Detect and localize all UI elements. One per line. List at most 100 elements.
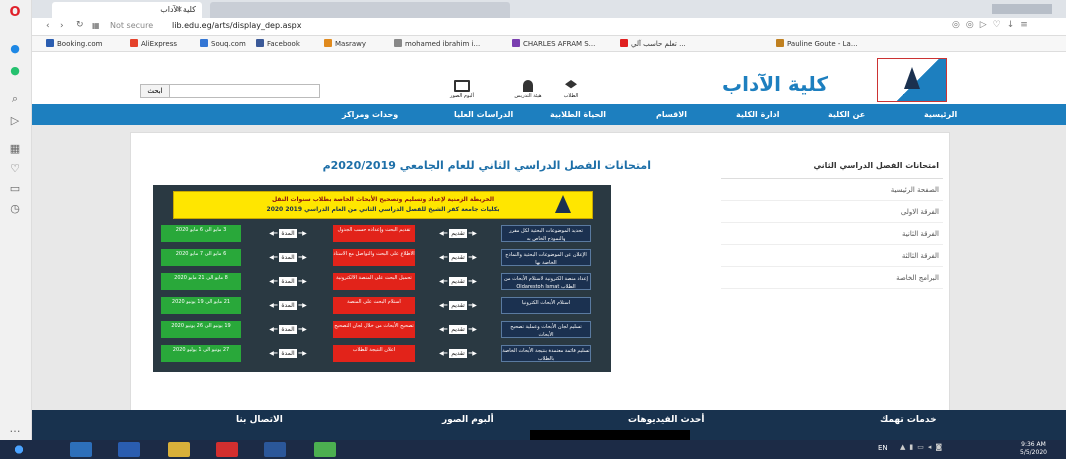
ie-icon[interactable] [70,442,92,457]
schedule-date-box: 19 يونيو الى 26 يونيو 2020 [161,321,241,338]
whatsapp-icon[interactable]: ● [8,64,22,78]
main-nav: الرئيسية عن الكلية ادارة الكلية الاقسام … [32,104,1066,125]
poster-header: الخريطة الزمنية لإعداد وتسليم وتصحيح الأ… [173,191,593,219]
side-menu-item[interactable]: الفرقة الثالثة [721,245,943,267]
double-arrow-icon: ◀━ تقديم ━▶ [439,325,477,334]
schedule-task-box: إعداد منصة الكترونية لاستلام الأبحاث من … [501,273,591,290]
exam-schedule-poster: الخريطة الزمنية لإعداد وتسليم وتصحيح الأ… [153,185,611,372]
double-arrow-icon: ◀━ تقديم ━▶ [439,229,477,238]
side-menu-item[interactable]: البرامج الخاصة [721,267,943,289]
site-logo-text[interactable]: كلية الآداب [722,72,828,96]
opera-logo-icon[interactable]: O [8,6,22,20]
bookmarks-bar: Booking.com AliExpress Souq.com Facebook… [32,36,1066,52]
nav-item-units-centers[interactable]: وحدات ومراكز [342,104,398,125]
opera-icon[interactable] [216,442,238,457]
arrow-label: المدة [279,349,297,358]
security-label: Not secure [110,21,154,30]
double-arrow-icon: ◀━ المدة ━▶ [269,253,307,262]
history-icon[interactable]: ◷ [8,202,22,216]
messenger-icon[interactable]: ● [8,42,22,56]
clock[interactable]: 9:36 AM 5/5/2020 [1020,441,1047,457]
bookmark-item[interactable]: Booking.com [46,38,102,50]
web-page: ابحث ألبوم الصور هيئة التدريس الطلاب كلي… [32,52,1066,440]
bookmark-item[interactable]: تعلم حاسب آلي ... [620,38,686,50]
flow-icon[interactable]: ▷ [8,114,22,128]
forward-icon[interactable]: › [60,21,64,31]
heart-icon[interactable]: ♡ [8,162,22,176]
schedule-date-box: 21 مايو الى 19 يونيو 2020 [161,297,241,314]
schedule-date-box: 8 مايو الى 21 مايو 2020 [161,273,241,290]
bookmark-item[interactable]: Masrawy [324,38,366,50]
arrow-label: المدة [279,277,297,286]
url-field[interactable]: lib.edu.eg/arts/display_dep.aspx [172,21,301,30]
tab-bar: كلية الآداب ✕ [32,0,1066,18]
double-arrow-icon: ◀━ تقديم ━▶ [439,253,477,262]
more-icon[interactable]: … [8,422,22,436]
ship-icon [904,67,920,89]
address-bar: ‹ › ↻ ▦ Not secure lib.edu.eg/arts/displ… [32,18,1066,36]
arrow-label: تقديم [449,229,467,238]
quick-link-label: هيئة التدريس [514,93,542,99]
nav-item-administration[interactable]: ادارة الكلية [736,104,779,125]
close-icon[interactable]: ✕ [176,2,183,18]
double-arrow-icon: ◀━ المدة ━▶ [269,325,307,334]
start-icon[interactable] [8,442,30,457]
bookmark-item[interactable]: AliExpress [130,38,177,50]
grid-icon[interactable]: ▦ [8,142,22,156]
schedule-date-box: 3 مايو الى 6 مايو 2020 [161,225,241,242]
double-arrow-icon: ◀━ المدة ━▶ [269,301,307,310]
bookmark-item[interactable]: Pauline Goute - La... [776,38,858,50]
tab-inactive[interactable] [210,2,510,18]
window-controls[interactable] [992,4,1052,14]
nav-item-postgraduate[interactable]: الدراسات العليا [454,104,513,125]
bookmark-item[interactable]: Facebook [256,38,300,50]
explorer-icon[interactable] [118,442,140,457]
quick-link-photos[interactable]: ألبوم الصور [442,80,482,99]
app-icon[interactable] [314,442,336,457]
poster-subheading: بكليات جامعة كفر الشيخ للفصل الدراسي الث… [266,206,500,213]
speed-dial-icon[interactable]: ▦ [92,21,100,30]
double-arrow-icon: ◀━ تقديم ━▶ [439,277,477,286]
quick-link-students[interactable]: الطلاب [556,80,586,99]
word-icon[interactable] [264,442,286,457]
bookmark-icon [776,39,784,47]
bookmark-icon [512,39,520,47]
arrow-label: المدة [279,253,297,262]
browser-sidebar: O ● ● ⌕ ▷ ▦ ♡ ▭ ◷ … [0,0,32,440]
news-icon[interactable]: ▭ [8,182,22,196]
nav-item-home[interactable]: الرئيسية [924,104,957,125]
side-menu-item[interactable]: الفرقة الثانية [721,223,943,245]
side-menu-item[interactable]: الصفحة الرئيسية [721,179,943,201]
schedule-student-box: تصحيح الأبحاث من خلال لجان التصحيح [333,321,415,338]
bookmark-item[interactable]: CHARLES AFRAM S... [512,38,595,50]
language-indicator[interactable]: EN [878,444,888,452]
photo-icon [454,80,470,92]
schedule-task-box: تسليم قائمة معتمدة بنتيجة الأبحاث الخاصة… [501,345,591,362]
footer-heading: أحدث الفيديوهات [628,415,705,425]
video-player[interactable] [530,430,690,440]
side-menu-item[interactable]: الفرقة الاولى [721,201,943,223]
back-icon[interactable]: ‹ [46,21,50,31]
nav-item-about[interactable]: عن الكلية [828,104,865,125]
nav-item-departments[interactable]: الاقسام [656,104,687,125]
tray-icons[interactable]: ▲▮▭◂◙ [900,443,946,451]
faculty-logo[interactable] [877,58,947,102]
quick-link-staff[interactable]: هيئة التدريس [508,80,548,99]
address-actions[interactable]: ◎◎▷♡↓≡ [952,20,1034,30]
schedule-student-box: تقديم البحث وإعداده حسب الجدول [333,225,415,242]
arrow-label: تقديم [449,277,467,286]
schedule-task-box: الإعلان عن الموضوعات البحثية والنماذج ال… [501,249,591,266]
bookmark-icon [256,39,264,47]
staff-icon [523,80,533,92]
bookmark-item[interactable]: mohamed ibrahim i... [394,38,480,50]
folder-icon[interactable] [168,442,190,457]
search-icon[interactable]: ⌕ [8,92,22,106]
search-button[interactable]: ابحث [140,84,170,98]
site-header: ابحث ألبوم الصور هيئة التدريس الطلاب كلي… [32,52,1066,104]
bookmark-item[interactable]: Souq.com [200,38,246,50]
content-card: امتحانات الفصل الدراسي الثاني للعام الجا… [130,132,950,432]
poster-heading: الخريطة الزمنية لإعداد وتسليم وتصحيح الأ… [271,196,495,203]
reload-icon[interactable]: ↻ [76,20,84,30]
tab-active[interactable]: كلية الآداب ✕ [52,2,202,18]
nav-item-student-life[interactable]: الحياة الطلابية [550,104,606,125]
